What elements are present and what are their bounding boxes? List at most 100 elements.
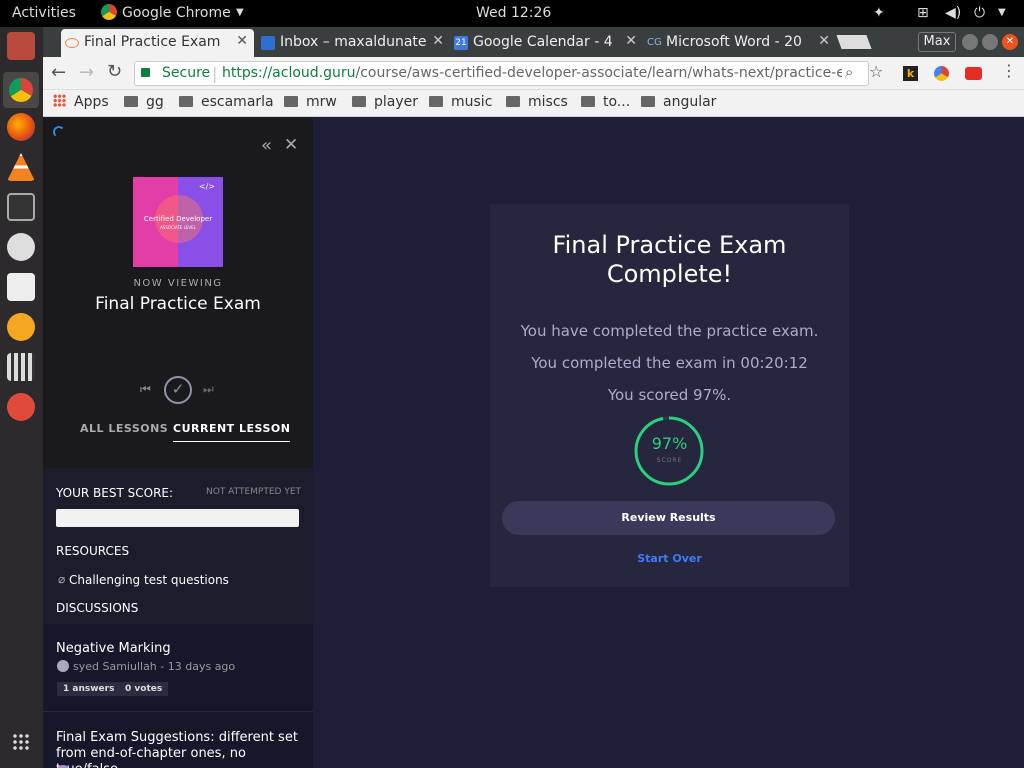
files-icon[interactable] bbox=[7, 32, 35, 60]
bookmark-folder-escamarla[interactable]: escamarla bbox=[179, 94, 274, 110]
result-line-completed: You have completed the practice exam. bbox=[520, 322, 819, 340]
course-thumbnail: </> Certified Developer ASSOCIATE LEVEL bbox=[133, 177, 223, 267]
discussion-list: Negative Marking syed Samiullah - 13 day… bbox=[43, 624, 313, 768]
best-score-bar bbox=[56, 509, 299, 527]
secure-label: Secure bbox=[162, 65, 211, 81]
close-window-button[interactable]: ✕ bbox=[1002, 34, 1018, 50]
bookmark-folder-miscs[interactable]: miscs bbox=[506, 94, 568, 110]
folder-icon bbox=[429, 96, 443, 107]
folder-icon bbox=[352, 96, 366, 107]
software-updater-icon[interactable] bbox=[7, 233, 35, 261]
close-tab-icon[interactable]: ✕ bbox=[432, 33, 444, 49]
chrome-app-icon bbox=[101, 4, 117, 20]
omnibox[interactable]: Secure | https://acloud.guru/course/aws-… bbox=[134, 61, 869, 86]
power-arrow-icon[interactable]: ▼ bbox=[998, 7, 1006, 18]
complete-check-icon[interactable]: ✓ bbox=[164, 376, 192, 404]
exam-complete-card: Final Practice Exam Complete! You have co… bbox=[490, 204, 849, 587]
result-title: Final Practice Exam Complete! bbox=[552, 231, 787, 288]
avatar bbox=[57, 660, 69, 672]
lesson-title: Final Practice Exam bbox=[95, 294, 261, 314]
inbox-favicon bbox=[261, 36, 275, 50]
bookmark-folder-gg[interactable]: gg bbox=[124, 94, 164, 110]
close-tab-icon[interactable]: ✕ bbox=[625, 33, 637, 49]
tab-current-lesson[interactable]: CURRENT LESSON bbox=[173, 422, 291, 442]
tab-final-practice-exam[interactable]: Final Practice Exam ✕ bbox=[61, 29, 254, 57]
video-editor-icon[interactable] bbox=[7, 353, 35, 381]
tab-microsoft-word[interactable]: CG Microsoft Word - 20 ✕ bbox=[643, 29, 836, 57]
best-score-status: NOT ATTEMPTED YET bbox=[206, 487, 302, 497]
power-icon[interactable]: ⏻ bbox=[974, 5, 985, 21]
forward-icon[interactable]: → bbox=[79, 62, 94, 83]
bookmark-star-icon[interactable]: ☆ bbox=[869, 62, 883, 81]
tab-inbox[interactable]: Inbox – maxaldunate ✕ bbox=[257, 29, 450, 57]
tab-label: Google Calendar - 4 bbox=[473, 34, 613, 50]
zoom-icon[interactable]: ⌕ bbox=[845, 63, 853, 81]
bookmark-apps[interactable]: Apps bbox=[53, 94, 109, 110]
reload-icon[interactable]: ↻ bbox=[107, 61, 122, 82]
audio-app-icon[interactable] bbox=[7, 313, 35, 341]
next-lesson-icon[interactable]: ⏭ bbox=[203, 382, 214, 397]
back-icon[interactable]: ← bbox=[51, 62, 66, 83]
start-over-link[interactable]: Start Over bbox=[490, 552, 849, 565]
profile-button[interactable]: Max bbox=[918, 32, 956, 52]
bookmark-folder-mrw[interactable]: mrw bbox=[284, 94, 337, 110]
bookmark-folder-to[interactable]: to... bbox=[581, 94, 630, 110]
main-content: Final Practice Exam Complete! You have co… bbox=[313, 118, 1024, 768]
collapse-sidebar-icon[interactable]: « bbox=[261, 135, 272, 156]
discussion-item[interactable]: Negative Marking syed Samiullah - 13 day… bbox=[43, 624, 313, 712]
calendar-favicon: 21 bbox=[454, 36, 468, 50]
bookmark-folder-player[interactable]: player bbox=[352, 94, 418, 110]
vlc-icon[interactable] bbox=[7, 153, 35, 181]
extension-k-icon[interactable]: k bbox=[903, 66, 918, 81]
show-apps-icon[interactable] bbox=[12, 733, 30, 751]
firefox-icon[interactable] bbox=[7, 113, 35, 141]
bookmark-folder-music[interactable]: music bbox=[429, 94, 492, 110]
score-value: 97% bbox=[651, 434, 688, 453]
chrome-menu-icon[interactable]: ⋮ bbox=[1001, 61, 1017, 80]
app-menu-label[interactable]: Google Chrome bbox=[122, 5, 231, 21]
result-line-time: You completed the exam in 00:20:12 bbox=[531, 354, 808, 372]
settings-tools-icon[interactable] bbox=[7, 393, 35, 421]
discussion-title[interactable]: Negative Marking bbox=[56, 641, 171, 656]
folder-icon bbox=[581, 96, 595, 107]
activities-button[interactable]: Activities bbox=[12, 5, 76, 21]
score-label: SCORE bbox=[656, 457, 683, 464]
resources-label: RESOURCES bbox=[56, 544, 130, 558]
thumbnail-subtitle: ASSOCIATE LEVEL bbox=[160, 225, 196, 230]
dropbox-icon[interactable]: ✦ bbox=[873, 5, 885, 21]
close-tab-icon[interactable]: ✕ bbox=[818, 33, 830, 49]
volume-icon[interactable]: ◀) bbox=[945, 5, 961, 21]
tab-all-lessons[interactable]: ALL LESSONS bbox=[80, 422, 168, 435]
minimize-button[interactable] bbox=[962, 34, 978, 50]
close-sidebar-icon[interactable]: ✕ bbox=[284, 135, 298, 155]
word-favicon: CG bbox=[647, 37, 662, 48]
new-tab-button[interactable] bbox=[836, 35, 872, 49]
close-tab-icon[interactable]: ✕ bbox=[236, 33, 248, 49]
maximize-button[interactable] bbox=[982, 34, 998, 50]
chrome-icon bbox=[9, 78, 33, 102]
votes-badge: 0 votes bbox=[119, 682, 169, 696]
tab-label: Inbox – maxaldunate bbox=[280, 34, 427, 50]
discussions-label: DISCUSSIONS bbox=[56, 601, 139, 615]
installer-icon[interactable] bbox=[7, 273, 35, 301]
network-icon[interactable]: ⊞ bbox=[917, 5, 929, 21]
acloudguru-favicon bbox=[65, 38, 79, 48]
discussion-title[interactable]: Final Exam Suggestions: different set fr… bbox=[56, 730, 306, 768]
bookmark-folder-angular[interactable]: angular bbox=[641, 94, 716, 110]
youtube-extension-icon[interactable] bbox=[965, 67, 982, 80]
chrome-dock-active[interactable] bbox=[3, 72, 39, 108]
extension-color-icon[interactable] bbox=[934, 66, 949, 81]
review-results-button[interactable]: Review Results bbox=[502, 501, 835, 535]
terminal-icon[interactable] bbox=[7, 193, 35, 221]
resource-link[interactable]: Challenging test questions bbox=[69, 573, 229, 587]
tab-label: Final Practice Exam bbox=[84, 34, 221, 50]
result-line-score: You scored 97%. bbox=[607, 386, 732, 404]
sidebar-header bbox=[43, 118, 313, 468]
browser-tab-bar: Final Practice Exam ✕ Inbox – maxaldunat… bbox=[43, 27, 1024, 57]
best-score-label: YOUR BEST SCORE: bbox=[56, 486, 174, 500]
attachment-icon: ⌀ bbox=[58, 572, 66, 586]
previous-lesson-icon[interactable]: ⏮ bbox=[140, 382, 151, 397]
clock[interactable]: Wed 12:26 bbox=[476, 5, 551, 21]
app-menu-arrow-icon[interactable]: ▼ bbox=[236, 7, 244, 18]
tab-google-calendar[interactable]: 21 Google Calendar - 4 ✕ bbox=[450, 29, 643, 57]
